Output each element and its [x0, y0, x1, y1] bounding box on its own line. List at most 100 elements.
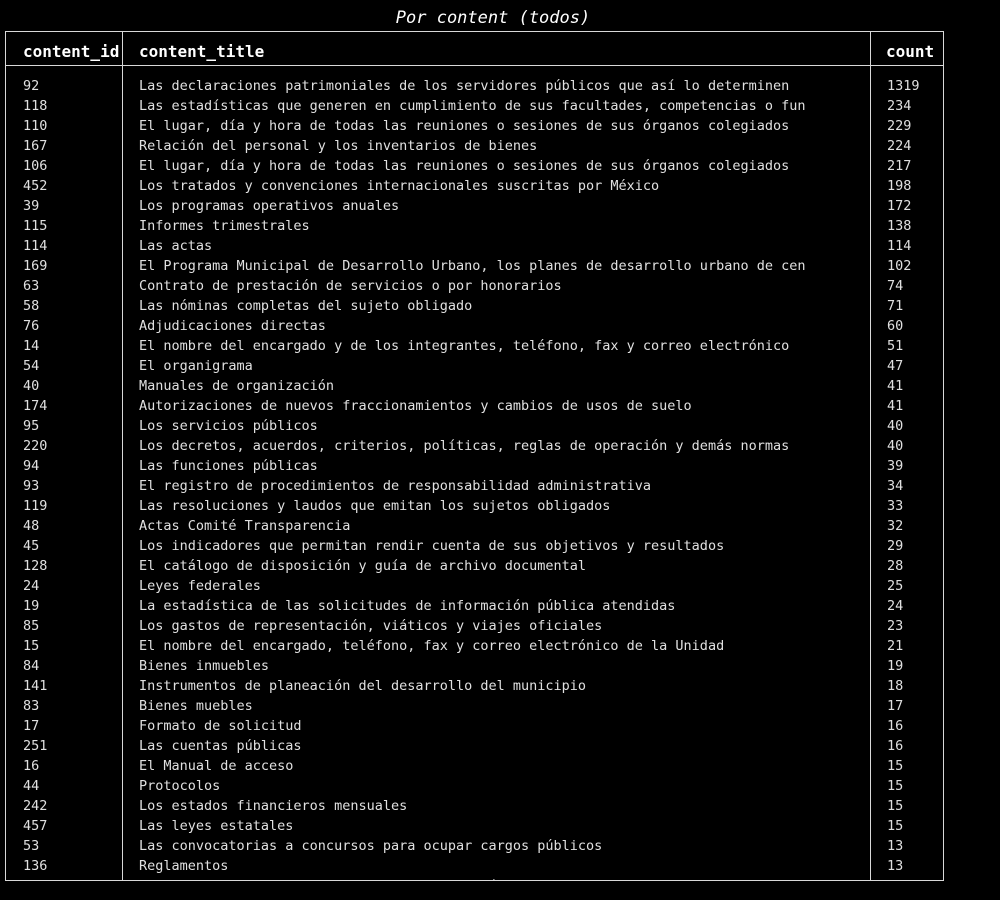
table-row[interactable]: 110 El lugar, día y hora de todas las reu… — [6, 116, 943, 136]
table-row[interactable]: 220 Los decretos, acuerdos, criterios, po… — [6, 436, 943, 456]
cell-content-title: Formato de solicitud — [139, 718, 302, 734]
cell-content-id: 44 — [23, 778, 40, 794]
cell-content-title: Instrumentos de planeación del desarroll… — [139, 678, 587, 694]
cell-content-title: Los gastos de representación, viáticos y… — [139, 618, 603, 634]
cell-content-title: Contrato de prestación de servicios o po… — [139, 278, 562, 294]
table-row[interactable]: 53 Las convocatorias a concursos para ocu… — [6, 836, 943, 856]
table-row[interactable]: 40 Manuales de organización 41 — [6, 376, 943, 396]
table-row[interactable]: 136 Reglamentos 13 — [6, 856, 943, 876]
cell-count: 15 — [887, 818, 904, 834]
table-row[interactable]: 251 Las cuentas públicas 16 — [6, 736, 943, 756]
cell-count: 39 — [887, 458, 904, 474]
cell-content-id: 174 — [23, 398, 48, 414]
table-row[interactable]: 17 Formato de solicitud 16 — [6, 716, 943, 736]
cell-count: 224 — [887, 138, 912, 154]
table-row[interactable]: 106 El lugar, día y hora de todas las reu… — [6, 156, 943, 176]
table-row[interactable]: 58 Las nóminas completas del sujeto oblig… — [6, 296, 943, 316]
table-row[interactable]: 174 Autorizaciones de nuevos fraccionamie… — [6, 396, 943, 416]
results-table[interactable]: content_id content_title count 92 Las dec… — [5, 31, 944, 881]
table-row[interactable]: 54 El organigrama 47 — [6, 356, 943, 376]
cell-count: 29 — [887, 538, 904, 554]
table-row[interactable]: 93 El registro de procedimientos de respo… — [6, 476, 943, 496]
cell-count: 40 — [887, 418, 904, 434]
cell-count: 172 — [887, 198, 912, 214]
table-row[interactable]: 19 La estadística de las solicitudes de i… — [6, 596, 943, 616]
column-header-count[interactable]: count — [886, 42, 942, 62]
cell-content-id: 220 — [23, 438, 48, 454]
table-row[interactable]: 14 El nombre del encargado y de los integ… — [6, 336, 943, 356]
table-row[interactable]: 44 Protocolos 15 — [6, 776, 943, 796]
table-row[interactable]: 39 Los programas operativos anuales 172 — [6, 196, 943, 216]
cell-content-id: 53 — [23, 838, 40, 854]
cell-count: 16 — [887, 718, 904, 734]
cell-count: 32 — [887, 518, 904, 534]
cell-content-title: Las actas — [139, 238, 213, 254]
table-row[interactable]: 452 Los tratados y convenciones internaci… — [6, 176, 943, 196]
cell-count: 15 — [887, 758, 904, 774]
table-row[interactable]: 128 El catálogo de disposición y guía de … — [6, 556, 943, 576]
cell-content-title: Los servicios públicos — [139, 418, 318, 434]
cell-content-id: 141 — [23, 678, 48, 694]
cell-content-id: 136 — [23, 858, 48, 874]
table-row[interactable]: 169 El Programa Municipal de Desarrollo U… — [6, 256, 943, 276]
cell-count: 114 — [887, 238, 912, 254]
table-row[interactable]: 92 Las declaraciones patrimoniales de los… — [6, 76, 943, 96]
table-row[interactable]: 76 Adjudicaciones directas 60 — [6, 316, 943, 336]
column-header-content-id[interactable]: content_id — [23, 42, 122, 62]
table-row[interactable]: 48 Actas Comité Transparencia 32 — [6, 516, 943, 536]
table-row[interactable]: 141 Instrumentos de planeación del desarr… — [6, 676, 943, 696]
table-row[interactable]: 242 Los estados financieros mensuales 15 — [6, 796, 943, 816]
table-row[interactable]: 114 Las actas 114 — [6, 236, 943, 256]
cell-content-title: El Programa Municipal de Desarrollo Urba… — [139, 258, 806, 274]
table-row[interactable]: 45 Los indicadores que permitan rendir cu… — [6, 536, 943, 556]
cell-count: 47 — [887, 358, 904, 374]
table-row[interactable]: 119 Las resoluciones y laudos que emitan … — [6, 496, 943, 516]
cell-content-id: 93 — [23, 478, 40, 494]
cell-content-id: 76 — [23, 318, 40, 334]
cell-count: 41 — [887, 398, 904, 414]
table-row[interactable]: 84 Bienes inmuebles 19 — [6, 656, 943, 676]
table-row[interactable]: 83 Bienes muebles 17 — [6, 696, 943, 716]
cell-content-id: 85 — [23, 618, 40, 634]
table-row[interactable]: 457 Las leyes estatales 15 — [6, 816, 943, 836]
table-row[interactable]: 115 Informes trimestrales 138 — [6, 216, 943, 236]
cell-count: 28 — [887, 558, 904, 574]
cell-count: 217 — [887, 158, 912, 174]
cell-content-id: 106 — [23, 158, 48, 174]
cell-content-id: 457 — [23, 818, 48, 834]
cell-content-title: Las disposiciones de las Constituciones … — [139, 876, 883, 880]
cell-content-title: Relación del personal y los inventarios … — [139, 138, 538, 154]
table-row[interactable]: 95 Los servicios públicos 40 — [6, 416, 943, 436]
cell-content-title: Actas Comité Transparencia — [139, 518, 351, 534]
cell-content-id: 54 — [23, 358, 40, 374]
cell-count: 138 — [887, 218, 912, 234]
cell-content-title: La estadística de las solicitudes de inf… — [139, 598, 676, 614]
cell-count: 15 — [887, 798, 904, 814]
cell-content-title: Reglamentos — [139, 858, 229, 874]
cell-count: 25 — [887, 578, 904, 594]
table-row[interactable]: 167 Relación del personal y los inventari… — [6, 136, 943, 156]
cell-content-title: El lugar, día y hora de todas las reunio… — [139, 118, 790, 134]
cell-content-title: Los indicadores que permitan rendir cuen… — [139, 538, 725, 554]
table-row[interactable]: 94 Las funciones públicas 39 — [6, 456, 943, 476]
cell-content-title: Adjudicaciones directas — [139, 318, 326, 334]
cell-content-id: 63 — [23, 278, 40, 294]
cell-content-id: 94 — [23, 458, 40, 474]
table-row[interactable]: 63 Contrato de prestación de servicios o … — [6, 276, 943, 296]
cell-count: 16 — [887, 738, 904, 754]
cell-content-title: Las convocatorias a concursos para ocupa… — [139, 838, 603, 854]
cell-count: 17 — [887, 698, 904, 714]
cell-content-title: Informes trimestrales — [139, 218, 310, 234]
cell-count: 13 — [887, 838, 904, 854]
table-row[interactable]: 16 El Manual de acceso 15 — [6, 756, 943, 776]
cell-count: 34 — [887, 478, 904, 494]
table-row[interactable]: 454 Las disposiciones de las Constitucion… — [6, 876, 943, 880]
cell-count: 102 — [887, 258, 912, 274]
table-row[interactable]: 85 Los gastos de representación, viáticos… — [6, 616, 943, 636]
table-row[interactable]: 24 Leyes federales 25 — [6, 576, 943, 596]
cell-content-title: El registro de procedimientos de respons… — [139, 478, 652, 494]
column-header-content-title[interactable]: content_title — [139, 42, 864, 62]
cell-content-title: Las estadísticas que generen en cumplimi… — [139, 98, 806, 114]
table-row[interactable]: 118 Las estadísticas que generen en cumpl… — [6, 96, 943, 116]
table-row[interactable]: 15 El nombre del encargado, teléfono, fax… — [6, 636, 943, 656]
